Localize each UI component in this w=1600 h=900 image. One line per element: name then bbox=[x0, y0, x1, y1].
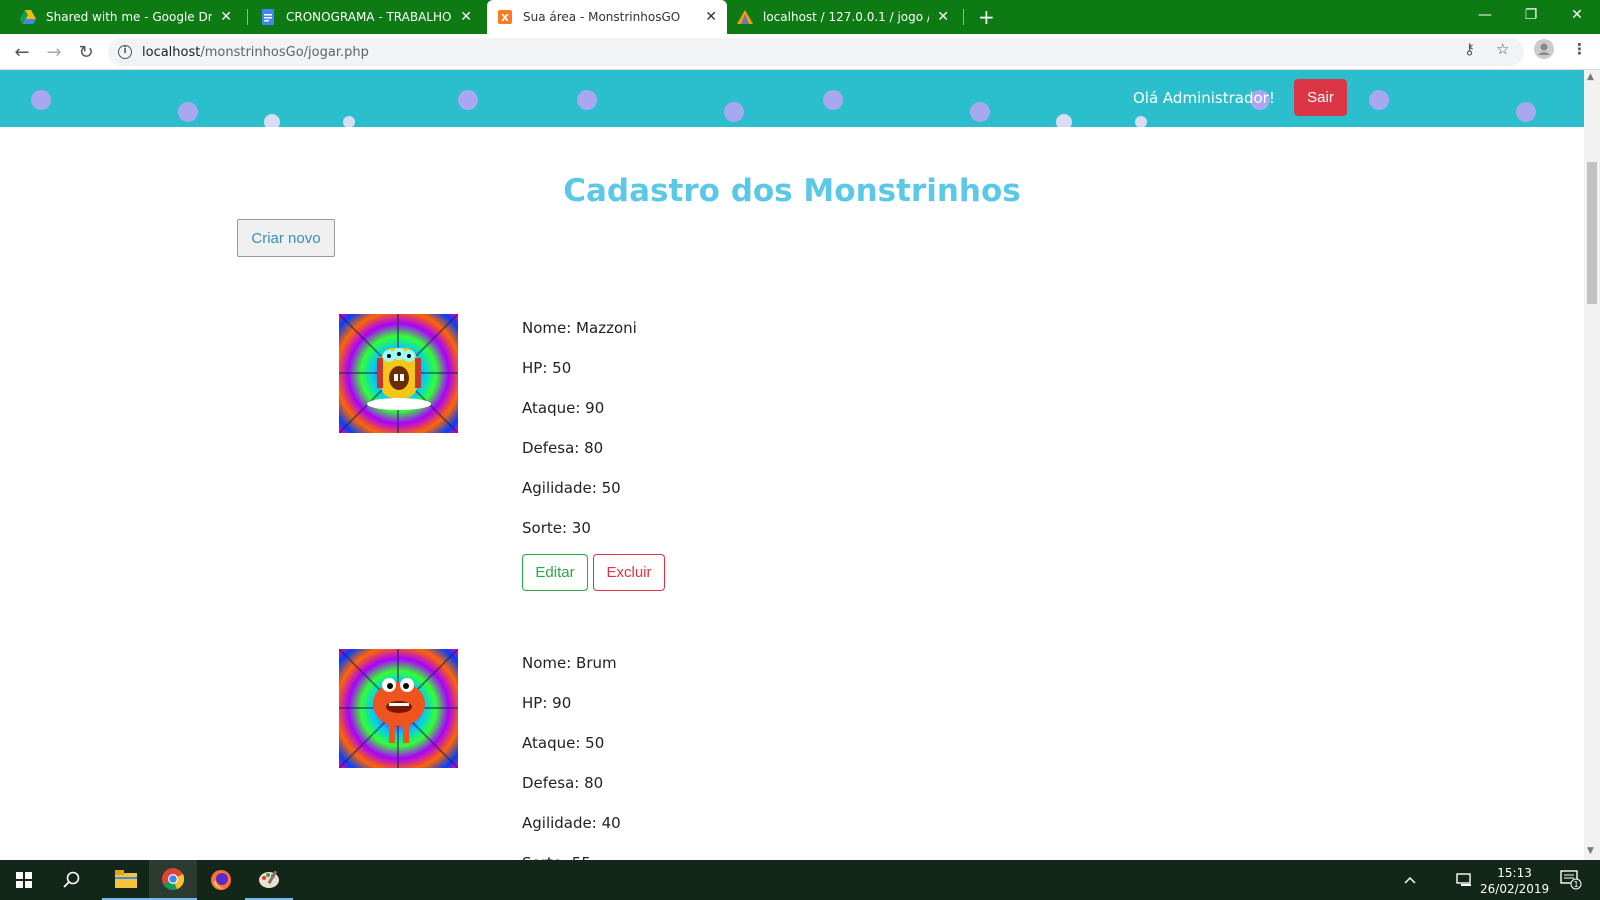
minimize-icon[interactable]: — bbox=[1462, 0, 1508, 30]
decor-dot bbox=[178, 102, 198, 122]
decor-dot bbox=[724, 102, 744, 122]
close-icon[interactable]: ✕ bbox=[220, 9, 232, 25]
edit-button[interactable]: Editar bbox=[522, 554, 588, 591]
decor-dot bbox=[970, 102, 990, 122]
scroll-down-icon[interactable]: ▼ bbox=[1587, 846, 1594, 856]
monster-defense: Defesa: 80 bbox=[522, 439, 604, 457]
site-header: Olá Administrador! Sair bbox=[0, 70, 1584, 127]
chevron-up-icon[interactable] bbox=[1404, 860, 1416, 900]
file-explorer-icon[interactable] bbox=[102, 860, 150, 900]
paint-icon[interactable] bbox=[245, 860, 293, 900]
chrome-icon[interactable] bbox=[149, 860, 197, 900]
monster-attack: Ataque: 90 bbox=[522, 399, 605, 417]
decor-dot bbox=[577, 90, 597, 110]
user-greeting: Olá Administrador! bbox=[1133, 89, 1275, 107]
windows-taskbar: 15:13 26/02/2019 1 bbox=[0, 860, 1600, 900]
monster-hp: HP: 90 bbox=[522, 694, 572, 712]
monster-card: Nome: Brum HP: 90 Ataque: 50 Defesa: 80 … bbox=[339, 649, 939, 860]
scroll-thumb[interactable] bbox=[1587, 162, 1597, 304]
monster-luck: Sorte: 55 bbox=[522, 849, 621, 860]
clock-date: 26/02/2019 bbox=[1480, 882, 1550, 896]
system-clock[interactable]: 15:13 26/02/2019 bbox=[1480, 865, 1549, 897]
decor-dot bbox=[343, 116, 355, 127]
new-tab-button[interactable]: + bbox=[978, 5, 995, 29]
scroll-up-icon[interactable]: ▲ bbox=[1587, 72, 1594, 82]
svg-text:X: X bbox=[501, 13, 509, 24]
window-close-icon[interactable]: ✕ bbox=[1554, 0, 1600, 30]
forward-icon[interactable]: → bbox=[42, 40, 66, 64]
url-host: localhost bbox=[142, 44, 201, 60]
decor-dot bbox=[1369, 90, 1389, 110]
monster-luck: Sorte: 30 bbox=[522, 519, 591, 537]
back-icon[interactable]: ← bbox=[10, 40, 34, 64]
decor-dot bbox=[458, 90, 478, 110]
logout-button[interactable]: Sair bbox=[1294, 79, 1347, 116]
tab-phpmyadmin[interactable]: localhost / 127.0.0.1 / jogo / mor ✕ bbox=[727, 0, 959, 34]
google-drive-icon bbox=[20, 9, 36, 25]
monster-agility: Agilidade: 50 bbox=[522, 479, 621, 497]
close-icon[interactable]: ✕ bbox=[705, 9, 717, 25]
monster-actions: Editar Excluir bbox=[522, 554, 665, 591]
phpmyadmin-icon bbox=[737, 9, 753, 25]
xampp-icon: X bbox=[497, 9, 513, 25]
restore-icon[interactable]: ❐ bbox=[1508, 0, 1554, 30]
decor-dot bbox=[823, 90, 843, 110]
reload-icon[interactable]: ↻ bbox=[74, 40, 98, 64]
page-scrollbar[interactable]: ▲ ▼ bbox=[1584, 70, 1600, 860]
browser-tab-strip: Shared with me - Google Drive ✕ CRONOGRA… bbox=[0, 0, 1600, 34]
url-path: /monstrinhosGo/jogar.php bbox=[200, 44, 369, 60]
decor-dot bbox=[1516, 102, 1536, 122]
decor-dot bbox=[1056, 114, 1072, 127]
decor-dot bbox=[1135, 116, 1147, 127]
firefox-icon[interactable] bbox=[197, 860, 245, 900]
notification-count: 1 bbox=[1573, 880, 1578, 889]
monster-stats: Nome: Brum HP: 90 Ataque: 50 Defesa: 80 … bbox=[522, 649, 621, 860]
monster-image bbox=[339, 649, 458, 768]
tab-cronograma[interactable]: CRONOGRAMA - TRABALHO PR ✕ bbox=[250, 0, 482, 34]
monster-agility: Agilidade: 40 bbox=[522, 814, 621, 832]
clock-time: 15:13 bbox=[1497, 866, 1532, 880]
close-icon[interactable]: ✕ bbox=[937, 9, 949, 25]
monster-hp: HP: 50 bbox=[522, 359, 572, 377]
close-icon[interactable]: ✕ bbox=[460, 9, 472, 25]
monster-name: Nome: Brum bbox=[522, 654, 617, 672]
monster-name: Nome: Mazzoni bbox=[522, 319, 637, 337]
windows-start-icon[interactable] bbox=[0, 860, 48, 900]
monster-image bbox=[339, 314, 458, 433]
notification-center-icon[interactable]: 1 bbox=[1560, 860, 1582, 900]
menu-kebab-icon[interactable]: ⋮ bbox=[1572, 40, 1587, 58]
monster-defense: Defesa: 80 bbox=[522, 774, 604, 792]
monster-attack: Ataque: 50 bbox=[522, 734, 605, 752]
monster-stats: Nome: Mazzoni HP: 50 Ataque: 90 Defesa: … bbox=[522, 314, 665, 591]
bookmark-star-icon[interactable]: ☆ bbox=[1496, 40, 1509, 58]
google-docs-icon bbox=[260, 9, 276, 25]
tab-divider bbox=[963, 9, 964, 25]
tab-divider bbox=[247, 9, 248, 25]
key-icon[interactable]: ⚷ bbox=[1464, 40, 1475, 58]
delete-button[interactable]: Excluir bbox=[593, 554, 665, 591]
address-bar[interactable]: i localhost/monstrinhosGo/jogar.php bbox=[108, 38, 1524, 66]
decor-dot bbox=[31, 90, 51, 110]
decor-dot bbox=[264, 114, 280, 127]
info-icon[interactable]: i bbox=[118, 45, 132, 59]
create-new-button[interactable]: Criar novo bbox=[237, 219, 335, 257]
browser-toolbar: ← → ↻ i localhost/monstrinhosGo/jogar.ph… bbox=[0, 34, 1600, 70]
search-icon[interactable] bbox=[48, 860, 96, 900]
tab-google-drive[interactable]: Shared with me - Google Drive ✕ bbox=[10, 0, 242, 34]
page-title: Cadastro dos Monstrinhos bbox=[563, 173, 1021, 209]
tab-monstrinhosgo[interactable]: X Sua área - MonstrinhosGO ✕ bbox=[487, 0, 727, 34]
network-icon[interactable] bbox=[1456, 860, 1474, 900]
profile-avatar-icon[interactable] bbox=[1534, 39, 1554, 63]
